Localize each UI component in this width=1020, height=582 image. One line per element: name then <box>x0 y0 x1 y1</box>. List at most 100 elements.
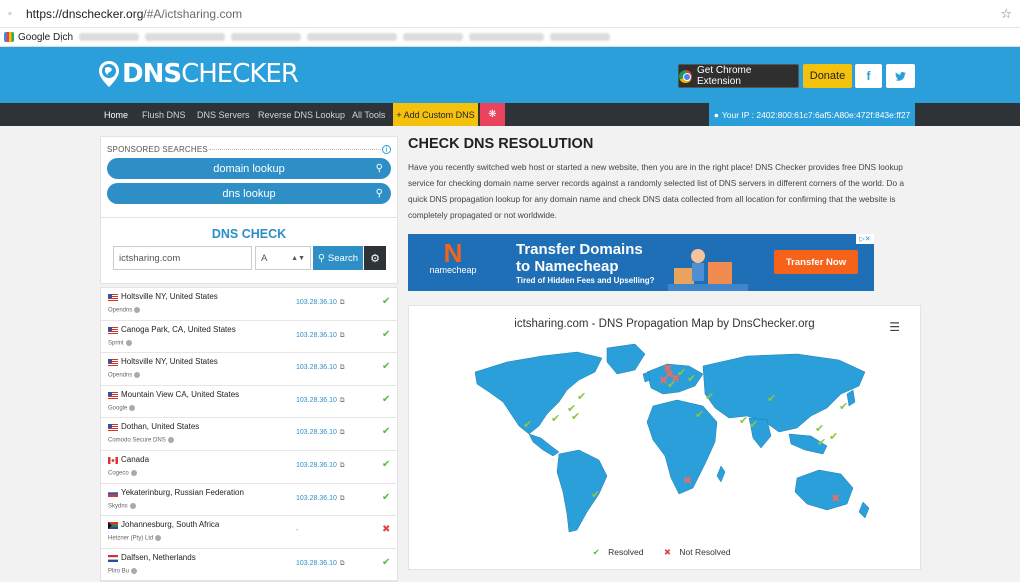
pill-label: dns lookup <box>222 187 276 200</box>
map-check-marker[interactable]: ✔ <box>739 415 748 427</box>
result-row[interactable]: Dalfsen, Netherlands Pliro Bu 103.28.36.10… <box>101 549 397 582</box>
nav-all-tools[interactable]: All Tools <box>352 103 385 126</box>
chrome-extension-button[interactable]: Get Chrome Extension <box>678 64 799 88</box>
map-cross-marker[interactable]: ✖ <box>831 493 840 505</box>
result-row[interactable]: Mountain View CA, United States Google 103… <box>101 386 397 419</box>
result-ip[interactable]: - <box>296 527 298 534</box>
info-icon[interactable] <box>167 437 174 444</box>
result-provider-label: Sprint <box>108 340 124 347</box>
result-provider: Opendns <box>108 372 141 379</box>
main-content: CHECK DNS RESOLUTION Have you recently s… <box>408 136 928 223</box>
result-ip[interactable]: 103.28.36.10 ⧉ <box>296 332 345 340</box>
legend-not-resolved-label: Not Resolved <box>679 547 731 557</box>
result-row[interactable]: Dothan, United States Comodo Secure DNS 10… <box>101 418 397 451</box>
twitter-button[interactable] <box>886 64 915 88</box>
result-row[interactable]: Holtsville NY, United States Opendns 103.2… <box>101 353 397 386</box>
map-check-marker[interactable]: ✔ <box>815 423 824 435</box>
result-row[interactable]: Canada Cogeco 103.28.36.10 ⧉ ✔ <box>101 451 397 484</box>
result-row[interactable]: Holtsville NY, United States Opendns 103.2… <box>101 288 397 321</box>
flag-nl-icon <box>108 554 118 562</box>
map-check-marker[interactable]: ✔ <box>687 373 696 385</box>
nav-home[interactable]: Home <box>104 103 128 126</box>
search-icon: ⚲ <box>317 252 325 264</box>
map-cross-marker[interactable]: ✖ <box>683 475 692 487</box>
check-icon: ✔ <box>382 296 391 307</box>
result-ip-label: 103.28.36.10 <box>296 559 337 567</box>
map-check-marker[interactable]: ✔ <box>523 419 532 431</box>
map-check-marker[interactable]: ✔ <box>767 393 776 405</box>
map-check-marker[interactable]: ✔ <box>705 391 714 403</box>
map-check-marker[interactable]: ✔ <box>591 489 600 501</box>
flag-us-icon <box>108 424 118 432</box>
record-type-select[interactable]: A ▲▼ <box>255 246 311 270</box>
map-check-marker[interactable]: ✔ <box>749 419 758 431</box>
nav-flush-dns[interactable]: Flush DNS <box>142 103 186 126</box>
namecheap-ad[interactable]: N namecheap Transfer Domains to Namechea… <box>408 234 874 291</box>
map-check-marker[interactable]: ✔ <box>667 379 676 391</box>
external-link-icon[interactable]: ⧉ <box>340 495 345 502</box>
map-new-zealand <box>858 501 870 519</box>
map-cross-marker[interactable]: ✖ <box>663 363 672 375</box>
external-link-icon[interactable]: ⧉ <box>340 397 345 404</box>
result-row[interactable]: Johannesburg, South Africa Hetzner (Pty) … <box>101 516 397 549</box>
search-button[interactable]: ⚲ Search <box>313 246 363 270</box>
legend-not-resolved: ✖ Not Resolved <box>664 547 737 557</box>
info-icon[interactable] <box>129 404 136 411</box>
external-link-icon[interactable]: ⧉ <box>340 560 345 567</box>
map-check-marker[interactable]: ✔ <box>677 367 686 379</box>
hamburger-menu-icon[interactable]: ☰ <box>889 320 900 334</box>
map-check-marker[interactable]: ✔ <box>829 431 838 443</box>
sponsored-pill-domain-lookup[interactable]: domain lookup ⚲ <box>107 158 391 179</box>
nav-reverse-dns-lookup[interactable]: Reverse DNS Lookup <box>258 103 345 126</box>
info-icon[interactable] <box>155 535 162 542</box>
info-icon[interactable] <box>125 339 132 346</box>
external-link-icon[interactable]: ⧉ <box>340 364 345 371</box>
domain-input[interactable]: ictsharing.com <box>113 246 252 270</box>
map-check-marker[interactable]: ✔ <box>839 401 848 413</box>
result-ip[interactable]: 103.28.36.10 ⧉ <box>296 429 345 437</box>
results-list: Holtsville NY, United States Opendns 103.2… <box>100 287 398 582</box>
info-icon[interactable] <box>130 469 137 476</box>
nav-dns-servers[interactable]: DNS Servers <box>197 103 250 126</box>
external-link-icon[interactable]: ⧉ <box>340 429 345 436</box>
site-logo[interactable]: DNS CHECKER <box>98 59 299 89</box>
logo-dns: DNS <box>122 59 182 89</box>
url-host: https://dnschecker.org <box>26 6 144 21</box>
result-ip[interactable]: 103.28.36.10 ⧉ <box>296 560 345 568</box>
external-link-icon[interactable]: ⧉ <box>340 462 345 469</box>
donate-button[interactable]: Donate <box>803 64 852 88</box>
settings-button[interactable]: ⚙ <box>364 246 386 270</box>
result-provider: Pliro Bu <box>108 567 138 574</box>
external-link-icon[interactable]: ⧉ <box>340 332 345 339</box>
result-ip[interactable]: 103.28.36.10 ⧉ <box>296 299 345 307</box>
result-ip[interactable]: 103.28.36.10 ⧉ <box>296 397 345 405</box>
result-ip[interactable]: 103.28.36.10 ⧉ <box>296 462 345 470</box>
result-ip[interactable]: 103.28.36.10 ⧉ <box>296 364 345 372</box>
info-icon[interactable] <box>134 372 141 379</box>
map-check-marker[interactable]: ✔ <box>695 409 704 421</box>
map-check-marker[interactable]: ✔ <box>817 437 826 449</box>
add-custom-dns-button[interactable]: + Add Custom DNS <box>393 103 478 126</box>
bookmark-google-dich[interactable]: Google Dịch <box>18 32 73 43</box>
chrome-extension-label: Get Chrome Extension <box>696 65 752 87</box>
bug-report-button[interactable]: ❋ <box>480 103 505 126</box>
address-bar[interactable]: ◦ https://dnschecker.org/#A/ictsharing.c… <box>0 0 1020 28</box>
map-check-marker[interactable]: ✔ <box>577 391 586 403</box>
facebook-button[interactable]: f <box>855 64 882 88</box>
info-icon[interactable] <box>131 567 138 574</box>
ad-close-icon[interactable]: ▷✕ <box>856 234 874 244</box>
info-icon[interactable]: i <box>382 145 391 154</box>
map-check-marker[interactable]: ✔ <box>571 411 580 423</box>
info-icon[interactable] <box>134 307 141 313</box>
ad-line-1: Transfer Domains <box>516 241 643 258</box>
map-check-marker[interactable]: ✔ <box>551 413 560 425</box>
world-map[interactable]: ✔ ✔✔✔✔✔✖✖✖✔✔ ✔✖✔✖✔✔ ✔✔✔✔ ✔✔✖ <box>467 342 887 538</box>
result-row[interactable]: Yekaterinburg, Russian Federation Skydns 1… <box>101 484 397 517</box>
result-ip[interactable]: 103.28.36.10 ⧉ <box>296 495 345 503</box>
sponsored-pill-dns-lookup[interactable]: dns lookup ⚲ <box>107 183 391 204</box>
info-icon[interactable] <box>129 502 136 509</box>
result-row[interactable]: Canoga Park, CA, United States Sprint 103.… <box>101 321 397 354</box>
external-link-icon[interactable]: ⧉ <box>340 299 345 306</box>
bookmark-star-icon[interactable]: ☆ <box>1000 6 1012 22</box>
transfer-now-button[interactable]: Transfer Now <box>774 250 858 274</box>
